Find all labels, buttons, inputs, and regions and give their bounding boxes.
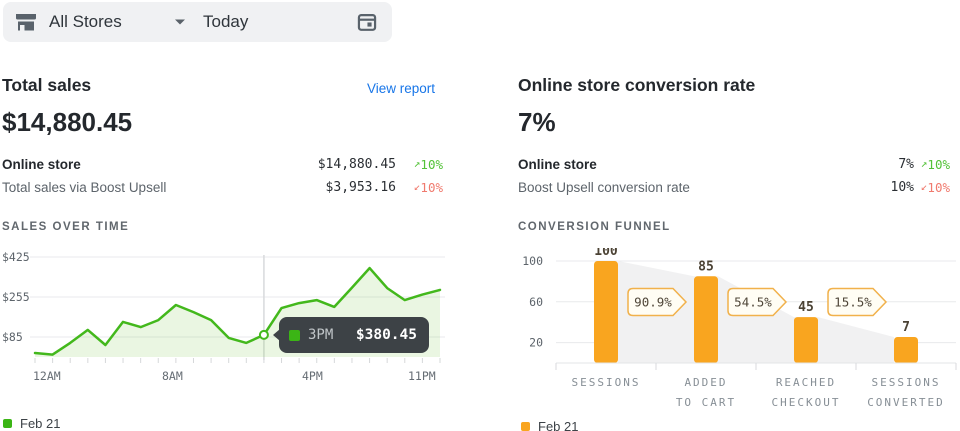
metric-delta: ↙10% xyxy=(914,180,950,195)
metric-label: Online store xyxy=(518,157,898,172)
funnel-category-label: SESSIONSCONVERTED xyxy=(856,373,956,413)
svg-text:45: 45 xyxy=(798,300,814,315)
metric-row: Total sales via Boost Upsell $3,953.16 ↙… xyxy=(2,176,443,199)
sales-over-time-heading: SALES OVER TIME xyxy=(2,221,129,233)
conversion-breakdown: Online store 7% ↗10% Boost Upsell conver… xyxy=(518,153,950,199)
date-range-label: Today xyxy=(203,12,248,32)
metric-row: Boost Upsell conversion rate 10% ↙10% xyxy=(518,176,950,199)
funnel-category-labels: SESSIONSADDEDTO CARTREACHEDCHECKOUTSESSI… xyxy=(556,373,956,413)
metric-delta: ↗10% xyxy=(396,157,443,172)
legend-label: Feb 21 xyxy=(20,416,60,431)
svg-text:100: 100 xyxy=(522,254,543,268)
metric-label: Online store xyxy=(2,157,318,172)
svg-text:$85: $85 xyxy=(2,330,23,344)
svg-text:100: 100 xyxy=(594,248,618,259)
metric-label: Boost Upsell conversion rate xyxy=(518,180,891,195)
tooltip-value: $380.45 xyxy=(356,327,417,343)
funnel-chart-legend: Feb 21 xyxy=(521,419,578,431)
chart-tooltip: 3PM $380.45 xyxy=(279,317,429,353)
trend-down-icon: ↙ xyxy=(414,180,421,193)
svg-text:$425: $425 xyxy=(2,250,30,264)
trend-up-icon: ↗ xyxy=(921,157,928,170)
metric-row: Online store 7% ↗10% xyxy=(518,153,950,176)
delta-value: 10% xyxy=(420,157,443,172)
delta-value: 10% xyxy=(927,180,950,195)
store-selector-label: All Stores xyxy=(49,12,122,32)
metric-delta: ↙10% xyxy=(396,180,443,195)
metric-value: 7% xyxy=(898,157,914,172)
x-axis-label: 11PM xyxy=(408,369,436,383)
trend-up-icon: ↗ xyxy=(414,157,421,170)
svg-text:54.5%: 54.5% xyxy=(734,295,772,310)
svg-text:$255: $255 xyxy=(2,290,30,304)
conversion-funnel-chart[interactable]: 20 60 100 100 85 45 7 90.9% 54.5% 15.5% xyxy=(515,248,960,372)
conversion-rate-title: Online store conversion rate xyxy=(518,75,755,96)
date-range-button[interactable]: Today xyxy=(187,2,392,42)
funnel-category-label: REACHEDCHECKOUT xyxy=(756,373,856,413)
calendar-icon xyxy=(356,11,378,33)
storefront-icon xyxy=(15,12,37,32)
x-axis-label: 4PM xyxy=(302,369,323,383)
metric-row: Online store $14,880.45 ↗10% xyxy=(2,153,443,176)
metric-delta: ↗10% xyxy=(914,157,950,172)
series-color-swatch xyxy=(289,330,300,341)
metric-label: Total sales via Boost Upsell xyxy=(2,180,326,195)
total-sales-breakdown: Online store $14,880.45 ↗10% Total sales… xyxy=(2,153,443,199)
funnel-category-label: SESSIONS xyxy=(556,373,656,413)
x-axis-label: 12AM xyxy=(33,369,61,383)
store-selector-button[interactable]: All Stores xyxy=(3,2,201,42)
svg-text:20: 20 xyxy=(529,336,543,350)
total-sales-value: $14,880.45 xyxy=(2,107,132,138)
sales-chart-legend: Feb 21 xyxy=(3,416,60,431)
metric-value: $3,953.16 xyxy=(326,180,396,195)
legend-swatch xyxy=(521,422,530,431)
tooltip-time: 3PM xyxy=(308,327,333,343)
view-report-link[interactable]: View report xyxy=(367,81,435,96)
legend-swatch xyxy=(3,419,12,428)
metric-value: 10% xyxy=(891,180,914,195)
conversion-funnel-heading: CONVERSION FUNNEL xyxy=(518,221,671,233)
analytics-dashboard: All Stores Today Total sales View report… xyxy=(0,0,960,431)
svg-text:85: 85 xyxy=(698,259,714,274)
chevron-down-icon xyxy=(173,18,187,26)
delta-value: 10% xyxy=(420,180,443,195)
x-axis-label: 8AM xyxy=(162,369,183,383)
total-sales-title: Total sales xyxy=(2,75,91,96)
funnel-category-label: ADDEDTO CART xyxy=(656,373,756,413)
metric-value: $14,880.45 xyxy=(318,157,396,172)
svg-text:7: 7 xyxy=(902,320,910,335)
svg-text:15.5%: 15.5% xyxy=(834,295,872,310)
svg-text:90.9%: 90.9% xyxy=(634,295,672,310)
conversion-rate-value: 7% xyxy=(518,107,556,138)
trend-down-icon: ↙ xyxy=(921,180,928,193)
legend-label: Feb 21 xyxy=(538,419,578,431)
delta-value: 10% xyxy=(927,157,950,172)
svg-text:60: 60 xyxy=(529,295,543,309)
